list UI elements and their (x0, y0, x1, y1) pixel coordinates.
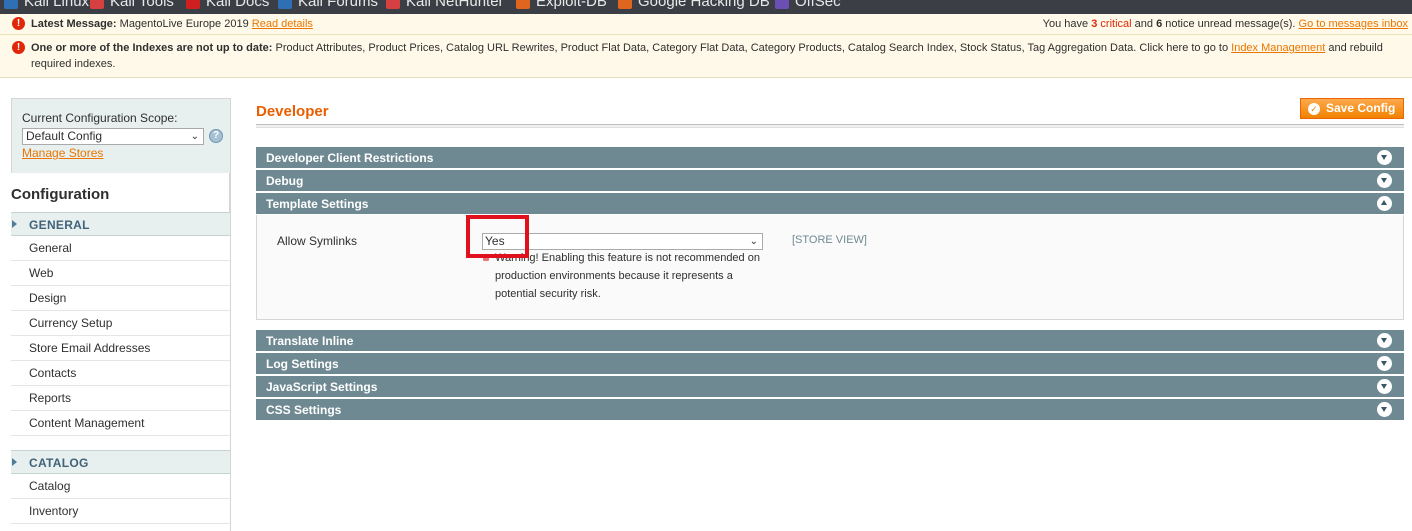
chevron-down-icon: ⌄ (749, 236, 758, 247)
triangle-right-icon (12, 220, 17, 228)
bookmark-kali-nethunter[interactable]: Kali NetHunter (386, 0, 504, 10)
expand-icon[interactable] (1377, 379, 1392, 394)
nav-item-web[interactable]: Web (11, 261, 230, 286)
nav-item-content-management[interactable]: Content Management (11, 411, 230, 436)
collapse-icon[interactable] (1377, 196, 1392, 211)
store-view-scope-label: [STORE VIEW] (792, 234, 867, 246)
nav-item-reports[interactable]: Reports (11, 386, 230, 411)
chevron-down-icon: ⌄ (190, 131, 199, 142)
manage-stores-link[interactable]: Manage Stores (22, 146, 103, 160)
nav-item-store-email-addresses[interactable]: Store Email Addresses (11, 336, 230, 361)
nav-item-general[interactable]: General (11, 236, 230, 261)
section-css-settings[interactable]: CSS Settings (256, 399, 1404, 421)
kali-docs-icon (186, 0, 200, 9)
bookmark-kali-forums[interactable]: Kali Forums (278, 0, 378, 10)
bookmark-kali-linux[interactable]: Kali Linux (4, 0, 89, 10)
help-icon[interactable]: ? (209, 129, 223, 143)
error-icon: ! (12, 17, 25, 30)
bookmark-offsec[interactable]: OffSec (775, 0, 841, 10)
latest-message-text: Latest Message: MagentoLive Europe 2019 … (31, 18, 313, 30)
ghdb-icon (618, 0, 632, 9)
nav-group-catalog[interactable]: CATALOG (11, 450, 230, 474)
allow-symlinks-label: Allow Symlinks (277, 234, 358, 248)
template-settings-fieldset: Allow Symlinks Yes ⌄ [STORE VIEW] Warnin… (256, 215, 1404, 320)
section-javascript-settings[interactable]: JavaScript Settings (256, 376, 1404, 398)
kali-nethunter-icon (386, 0, 400, 9)
offsec-icon (775, 0, 789, 9)
check-icon: ✓ (1308, 103, 1320, 115)
messages-inbox-link[interactable]: Go to messages inbox (1299, 18, 1408, 30)
page-title: Developer (256, 103, 329, 120)
title-divider (256, 124, 1404, 128)
config-title: Configuration (11, 186, 110, 203)
read-details-link[interactable]: Read details (252, 18, 313, 30)
highlight-box (466, 215, 529, 258)
nav-item-contacts[interactable]: Contacts (11, 361, 230, 386)
scope-label: Current Configuration Scope: (22, 111, 178, 125)
kali-tools-icon (90, 0, 104, 9)
kali-forums-icon (278, 0, 292, 9)
bookmarks-bar: Kali Linux Kali Tools Kali Docs Kali For… (0, 0, 1412, 14)
section-developer-client-restrictions[interactable]: Developer Client Restrictions (256, 147, 1404, 169)
index-notice-bar: ! One or more of the Indexes are not up … (0, 35, 1412, 78)
scope-select[interactable]: Default Config ⌄ (22, 128, 204, 145)
config-title-wrap: Configuration (11, 173, 230, 212)
expand-icon[interactable] (1377, 356, 1392, 371)
nav-item-design[interactable]: Design (11, 286, 230, 311)
nav-group-general[interactable]: GENERAL (11, 212, 230, 236)
expand-icon[interactable] (1377, 333, 1392, 348)
index-management-link[interactable]: Index Management (1231, 42, 1325, 54)
allow-symlinks-warning: Warning! Enabling this feature is not re… (495, 252, 760, 300)
expand-icon[interactable] (1377, 150, 1392, 165)
section-log-settings[interactable]: Log Settings (256, 353, 1404, 375)
expand-icon[interactable] (1377, 402, 1392, 417)
triangle-right-icon (12, 458, 17, 466)
nav-item-catalog[interactable]: Catalog (11, 474, 230, 499)
exploit-db-icon (516, 0, 530, 9)
nav-item-currency-setup[interactable]: Currency Setup (11, 311, 230, 336)
unread-messages-summary: You have 3 critical and 6 notice unread … (1042, 18, 1408, 30)
expand-icon[interactable] (1377, 173, 1392, 188)
bookmark-ghdb[interactable]: Google Hacking DB (618, 0, 770, 10)
latest-message-bar: ! Latest Message: MagentoLive Europe 201… (0, 14, 1412, 35)
section-translate-inline[interactable]: Translate Inline (256, 330, 1404, 352)
save-config-button[interactable]: ✓ Save Config (1300, 98, 1404, 119)
bookmark-exploit-db[interactable]: Exploit-DB (516, 0, 607, 10)
bookmark-kali-docs[interactable]: Kali Docs (186, 0, 269, 10)
nav-item-inventory[interactable]: Inventory (11, 499, 230, 524)
section-template-settings[interactable]: Template Settings (256, 193, 1404, 215)
section-debug[interactable]: Debug (256, 170, 1404, 192)
index-notice-text: One or more of the Indexes are not up to… (31, 42, 1383, 70)
kali-linux-icon (4, 0, 18, 9)
bookmark-kali-tools[interactable]: Kali Tools (90, 0, 174, 10)
config-nav: GENERAL General Web Design Currency Setu… (11, 212, 231, 531)
error-icon: ! (12, 41, 25, 54)
